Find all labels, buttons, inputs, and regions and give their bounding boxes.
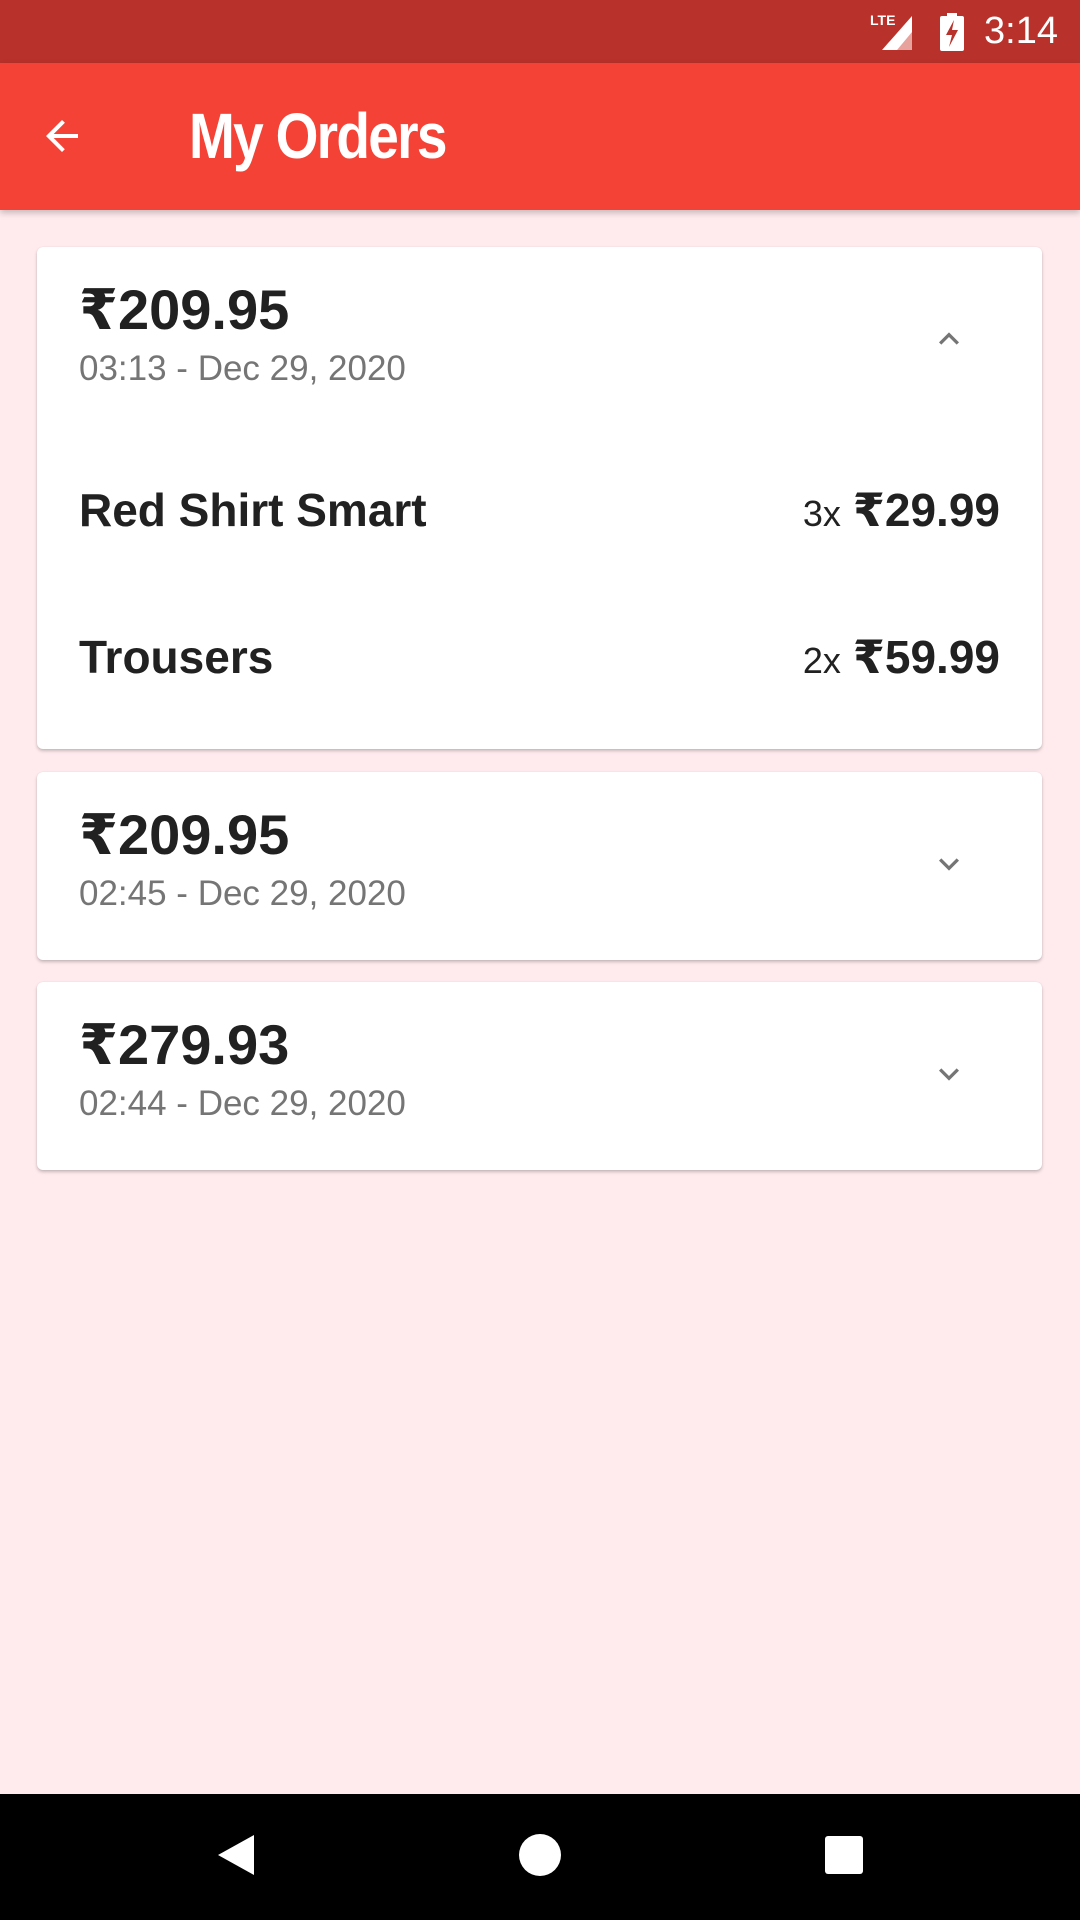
order-datetime: 02:45 - Dec 29, 2020 bbox=[79, 874, 406, 913]
nav-back-button[interactable] bbox=[173, 1794, 299, 1920]
nav-recents-button[interactable] bbox=[781, 1794, 907, 1920]
status-time: 3:14 bbox=[984, 10, 1058, 52]
back-button[interactable] bbox=[30, 106, 94, 170]
collapse-button[interactable] bbox=[917, 309, 981, 373]
arrow-back-icon bbox=[38, 112, 86, 165]
lte-signal-icon: LTE bbox=[870, 12, 920, 52]
order-datetime: 03:13 - Dec 29, 2020 bbox=[79, 349, 406, 388]
nav-recents-icon bbox=[823, 1834, 865, 1881]
network-label: LTE bbox=[870, 12, 895, 28]
nav-back-icon bbox=[214, 1831, 258, 1884]
order-total: ₹209.95 bbox=[79, 278, 290, 341]
chevron-down-icon bbox=[929, 844, 969, 889]
expand-button[interactable] bbox=[917, 1044, 981, 1108]
item-name: Trousers bbox=[79, 631, 274, 683]
item-price: ₹29.99 bbox=[852, 484, 1000, 536]
expand-button[interactable] bbox=[917, 834, 981, 898]
chevron-up-icon bbox=[929, 319, 969, 364]
system-nav-bar bbox=[0, 1794, 1080, 1920]
order-card[interactable]: ₹209.95 03:13 - Dec 29, 2020 Red Shirt S… bbox=[37, 247, 1042, 749]
order-total: ₹279.93 bbox=[79, 1013, 290, 1076]
item-price-group: 2x ₹59.99 bbox=[803, 630, 1000, 684]
item-price: ₹59.99 bbox=[852, 631, 1000, 683]
item-price-group: 3x ₹29.99 bbox=[803, 483, 1000, 537]
item-name: Red Shirt Smart bbox=[79, 484, 427, 536]
battery-charging-icon bbox=[938, 12, 966, 52]
app-bar: My Orders bbox=[0, 63, 1080, 210]
item-quantity: 3x bbox=[802, 493, 841, 534]
order-card[interactable]: ₹209.95 02:45 - Dec 29, 2020 bbox=[37, 772, 1042, 960]
order-total: ₹209.95 bbox=[79, 803, 290, 866]
nav-home-button[interactable] bbox=[477, 1794, 603, 1920]
order-item-row: Red Shirt Smart 3x ₹29.99 bbox=[79, 475, 1000, 545]
order-card[interactable]: ₹279.93 02:44 - Dec 29, 2020 bbox=[37, 982, 1042, 1170]
item-quantity: 2x bbox=[802, 640, 841, 681]
status-bar: LTE 3:14 bbox=[0, 0, 1080, 63]
order-datetime: 02:44 - Dec 29, 2020 bbox=[79, 1084, 406, 1123]
chevron-down-icon bbox=[929, 1054, 969, 1099]
order-item-row: Trousers 2x ₹59.99 bbox=[79, 622, 1000, 692]
nav-home-icon bbox=[517, 1832, 563, 1883]
page-title: My Orders bbox=[189, 100, 447, 172]
